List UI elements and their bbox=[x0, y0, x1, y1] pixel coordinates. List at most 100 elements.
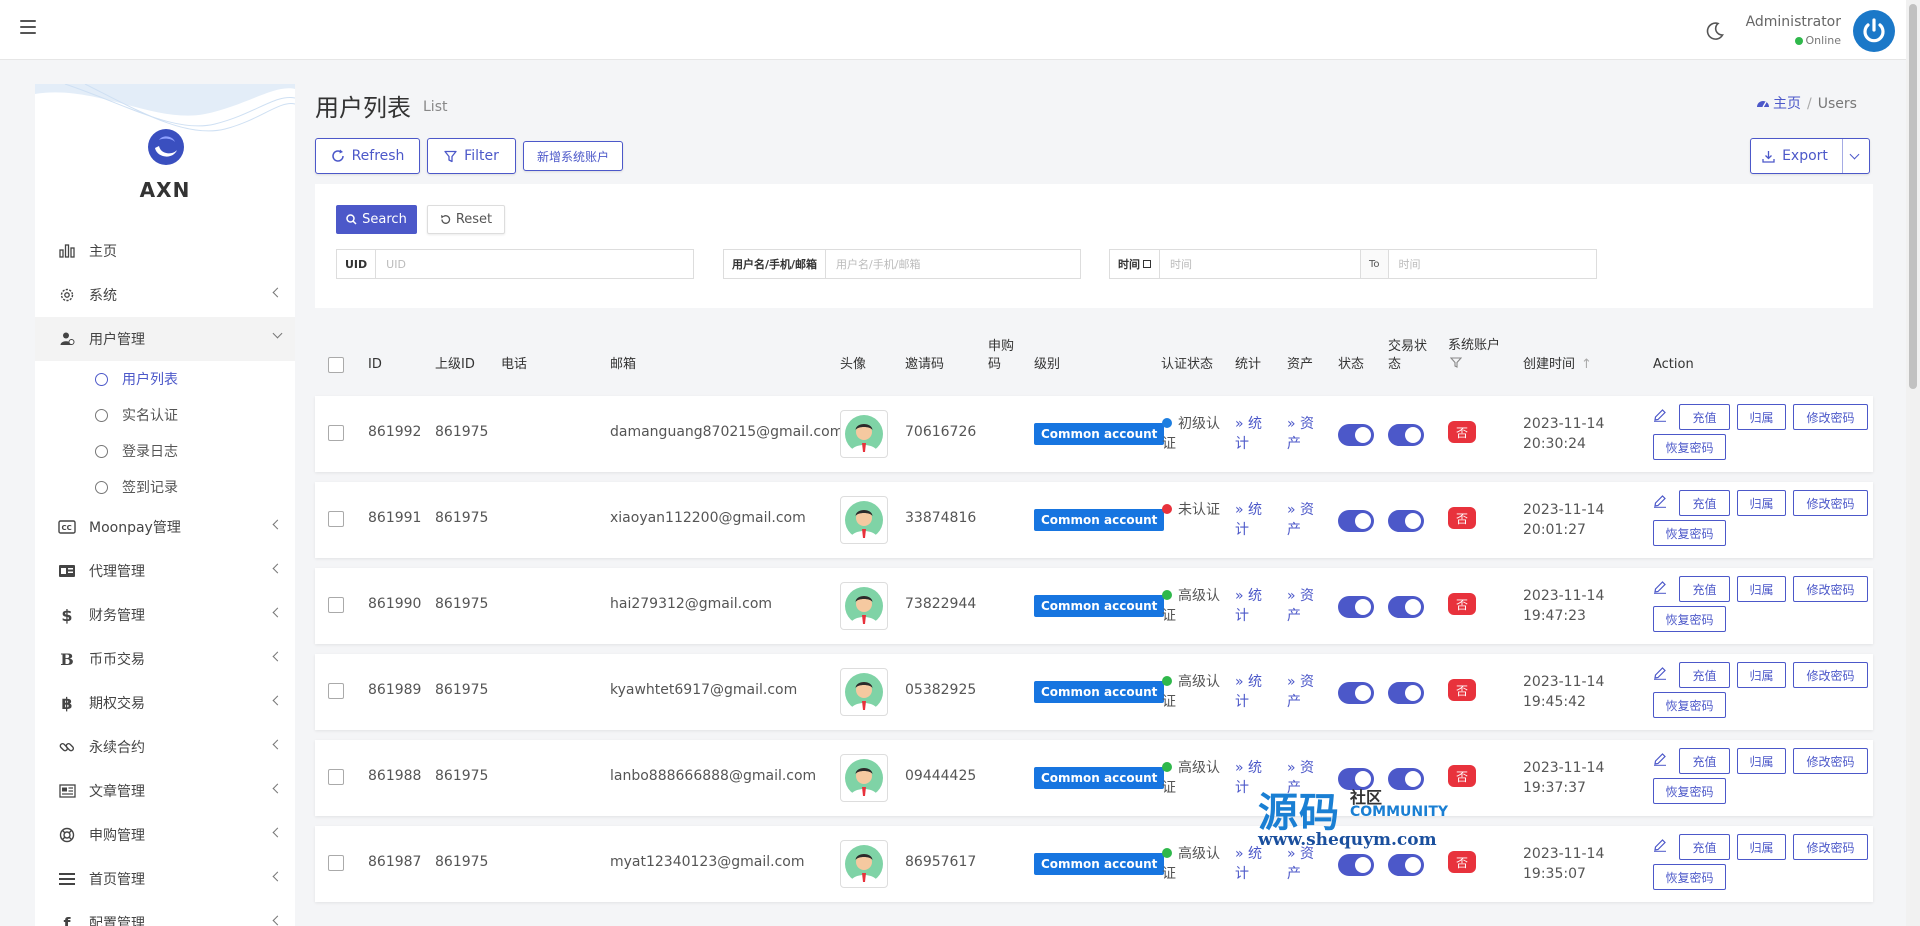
edit-icon[interactable] bbox=[1653, 752, 1667, 766]
status-toggle[interactable] bbox=[1338, 596, 1374, 618]
select-all-checkbox[interactable] bbox=[328, 357, 344, 373]
time-start-input[interactable] bbox=[1160, 250, 1360, 278]
stats-link[interactable]: » 统计 bbox=[1235, 672, 1269, 712]
sidebar-item-home[interactable]: 主页 bbox=[35, 229, 295, 273]
sidebar-item-articles[interactable]: 文章管理 bbox=[35, 769, 295, 813]
recharge-button[interactable]: 充值 bbox=[1679, 748, 1730, 774]
belong-button[interactable]: 归属 bbox=[1737, 834, 1786, 860]
recharge-button[interactable]: 充值 bbox=[1679, 576, 1730, 602]
search-button[interactable]: Search bbox=[336, 205, 417, 234]
assets-link[interactable]: » 资产 bbox=[1287, 414, 1321, 454]
sidebar-item-options[interactable]: ฿ 期权交易 bbox=[35, 681, 295, 725]
edit-icon[interactable] bbox=[1653, 494, 1667, 508]
assets-link[interactable]: » 资产 bbox=[1287, 672, 1321, 712]
uid-input[interactable] bbox=[376, 250, 693, 278]
user-avatar[interactable] bbox=[1853, 10, 1895, 52]
chevron-down-icon[interactable] bbox=[1849, 149, 1860, 159]
restore-password-button[interactable]: 恢复密码 bbox=[1653, 520, 1726, 546]
sidebar-subitem-checkin[interactable]: 签到记录 bbox=[35, 469, 295, 505]
header-parent-id[interactable]: 上级ID bbox=[435, 356, 475, 374]
avatar[interactable] bbox=[840, 668, 888, 716]
sidebar-item-finance[interactable]: $ 财务管理 bbox=[35, 593, 295, 637]
sidebar-item-spot-trading[interactable]: B 币币交易 bbox=[35, 637, 295, 681]
sidebar-item-moonpay[interactable]: CC Moonpay管理 bbox=[35, 505, 295, 549]
avatar[interactable] bbox=[840, 496, 888, 544]
trade-status-toggle[interactable] bbox=[1388, 596, 1424, 618]
sidebar-item-system[interactable]: 系统 bbox=[35, 273, 295, 317]
row-checkbox[interactable] bbox=[328, 683, 344, 699]
header-created-time[interactable]: 创建时间 ↑ bbox=[1523, 356, 1592, 374]
row-checkbox[interactable] bbox=[328, 511, 344, 527]
sidebar-item-config[interactable]: ƒ 配置管理 bbox=[35, 901, 295, 926]
sidebar-subitem-login-log[interactable]: 登录日志 bbox=[35, 433, 295, 469]
restore-password-button[interactable]: 恢复密码 bbox=[1653, 778, 1726, 804]
edit-icon[interactable] bbox=[1653, 408, 1667, 422]
belong-button[interactable]: 归属 bbox=[1737, 490, 1786, 516]
trade-status-toggle[interactable] bbox=[1388, 510, 1424, 532]
restore-password-button[interactable]: 恢复密码 bbox=[1653, 692, 1726, 718]
belong-button[interactable]: 归属 bbox=[1737, 662, 1786, 688]
recharge-button[interactable]: 充值 bbox=[1679, 834, 1730, 860]
header-id[interactable]: ID bbox=[368, 356, 382, 374]
sidebar-item-perpetual[interactable]: 永续合约 bbox=[35, 725, 295, 769]
chevron-left-icon bbox=[272, 871, 283, 882]
change-password-button[interactable]: 修改密码 bbox=[1793, 662, 1868, 688]
time-end-input[interactable] bbox=[1388, 250, 1596, 278]
change-password-button[interactable]: 修改密码 bbox=[1793, 490, 1868, 516]
moon-icon[interactable] bbox=[1705, 21, 1725, 41]
avatar[interactable] bbox=[840, 410, 888, 458]
sidebar-subitem-real-name[interactable]: 实名认证 bbox=[35, 397, 295, 433]
change-password-button[interactable]: 修改密码 bbox=[1793, 576, 1868, 602]
stats-link[interactable]: » 统计 bbox=[1235, 414, 1269, 454]
change-password-button[interactable]: 修改密码 bbox=[1793, 404, 1868, 430]
recharge-button[interactable]: 充值 bbox=[1679, 662, 1730, 688]
refresh-button[interactable]: Refresh bbox=[315, 138, 420, 174]
trade-status-toggle[interactable] bbox=[1388, 854, 1424, 876]
belong-button[interactable]: 归属 bbox=[1737, 576, 1786, 602]
avatar[interactable] bbox=[840, 840, 888, 888]
restore-password-button[interactable]: 恢复密码 bbox=[1653, 434, 1726, 460]
assets-link[interactable]: » 资产 bbox=[1287, 586, 1321, 626]
sidebar-subitem-user-list[interactable]: 用户列表 bbox=[35, 361, 295, 397]
row-checkbox[interactable] bbox=[328, 425, 344, 441]
belong-button[interactable]: 归属 bbox=[1737, 404, 1786, 430]
sidebar-item-homepage[interactable]: 首页管理 bbox=[35, 857, 295, 901]
row-checkbox[interactable] bbox=[328, 597, 344, 613]
edit-icon[interactable] bbox=[1653, 666, 1667, 680]
status-toggle[interactable] bbox=[1338, 854, 1374, 876]
filter-icon[interactable] bbox=[1450, 357, 1462, 368]
belong-button[interactable]: 归属 bbox=[1737, 748, 1786, 774]
change-password-button[interactable]: 修改密码 bbox=[1793, 834, 1868, 860]
change-password-button[interactable]: 修改密码 bbox=[1793, 748, 1868, 774]
export-button[interactable]: Export bbox=[1750, 138, 1870, 174]
avatar[interactable] bbox=[840, 582, 888, 630]
breadcrumb-home[interactable]: 主页 bbox=[1756, 96, 1801, 112]
sidebar-item-subscription[interactable]: 申购管理 bbox=[35, 813, 295, 857]
reset-button[interactable]: Reset bbox=[427, 205, 505, 234]
add-system-account-button[interactable]: 新增系统账户 bbox=[523, 141, 623, 171]
recharge-button[interactable]: 充值 bbox=[1679, 404, 1730, 430]
status-toggle[interactable] bbox=[1338, 682, 1374, 704]
status-toggle[interactable] bbox=[1338, 510, 1374, 532]
avatar[interactable] bbox=[840, 754, 888, 802]
filter-button[interactable]: Filter bbox=[427, 138, 516, 174]
sidebar-item-agent[interactable]: 代理管理 bbox=[35, 549, 295, 593]
stats-link[interactable]: » 统计 bbox=[1235, 500, 1269, 540]
restore-password-button[interactable]: 恢复密码 bbox=[1653, 606, 1726, 632]
restore-password-button[interactable]: 恢复密码 bbox=[1653, 864, 1726, 890]
user-input[interactable] bbox=[826, 250, 1080, 278]
assets-link[interactable]: » 资产 bbox=[1287, 500, 1321, 540]
scrollbar-thumb[interactable] bbox=[1909, 4, 1917, 389]
row-checkbox[interactable] bbox=[328, 855, 344, 871]
trade-status-toggle[interactable] bbox=[1388, 682, 1424, 704]
status-toggle[interactable] bbox=[1338, 424, 1374, 446]
trade-status-toggle[interactable] bbox=[1388, 424, 1424, 446]
stats-link[interactable]: » 统计 bbox=[1235, 586, 1269, 626]
user-name[interactable]: Administrator bbox=[1746, 14, 1841, 30]
recharge-button[interactable]: 充值 bbox=[1679, 490, 1730, 516]
menu-toggle-icon[interactable] bbox=[20, 20, 36, 34]
sidebar-item-user-management[interactable]: 用户管理 bbox=[35, 317, 295, 361]
edit-icon[interactable] bbox=[1653, 580, 1667, 594]
row-checkbox[interactable] bbox=[328, 769, 344, 785]
edit-icon[interactable] bbox=[1653, 838, 1667, 852]
